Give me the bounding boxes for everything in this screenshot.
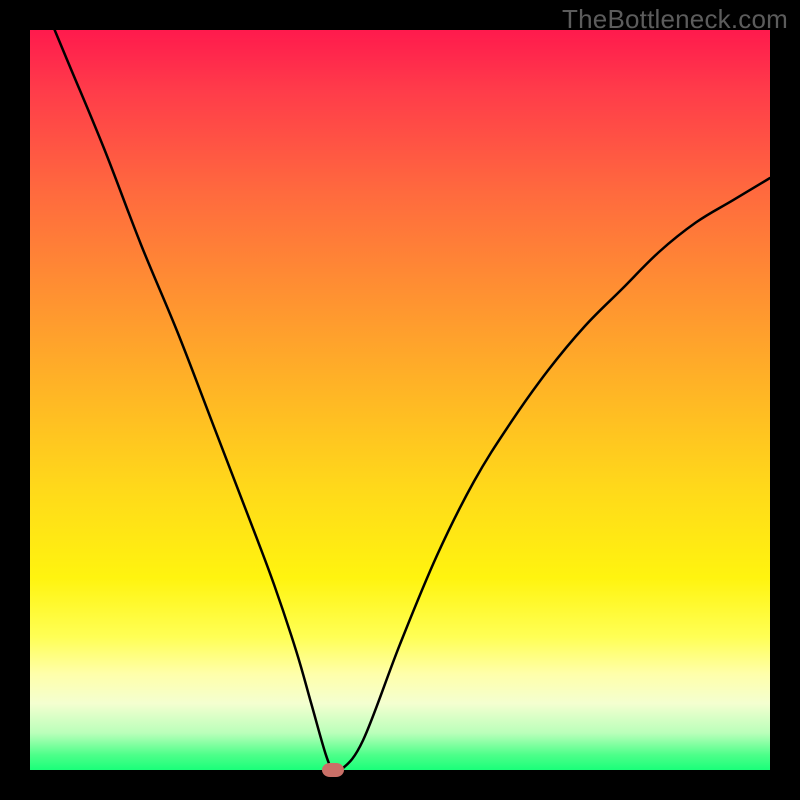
bottleneck-curve-path	[30, 30, 770, 770]
curve-svg	[30, 30, 770, 770]
chart-frame: TheBottleneck.com	[0, 0, 800, 800]
min-marker	[322, 763, 344, 777]
plot-area	[30, 30, 770, 770]
